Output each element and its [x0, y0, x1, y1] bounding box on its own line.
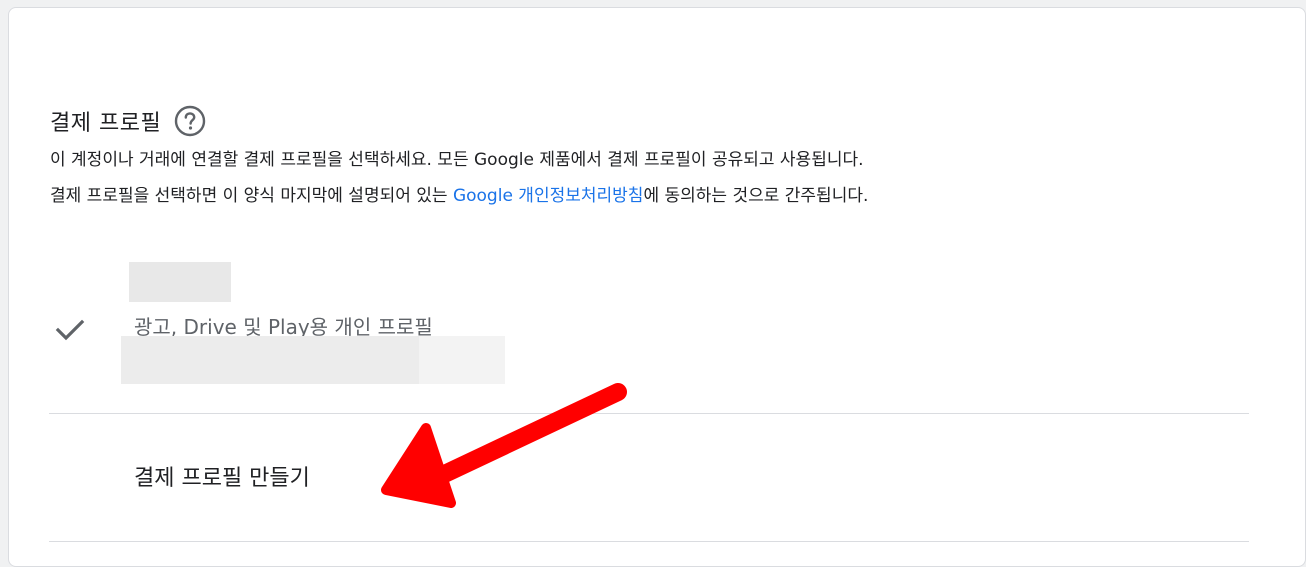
- privacy-policy-link[interactable]: Google 개인정보처리방침: [453, 186, 643, 206]
- description-line-2: 결제 프로필을 선택하면 이 양식 마지막에 설명되어 있는 Google 개인…: [50, 184, 868, 208]
- red-arrow-icon: [381, 383, 627, 508]
- description-text-after-link: 에 동의하는 것으로 간주됩니다.: [643, 186, 869, 206]
- section-header: 결제 프로필: [50, 103, 207, 139]
- profile-option-label[interactable]: 광고, Drive 및 Play용 개인 프로필: [134, 310, 433, 336]
- check-icon: [55, 319, 85, 341]
- help-circle-icon[interactable]: [173, 104, 207, 138]
- description-line-1: 이 계정이나 거래에 연결할 결제 프로필을 선택하세요. 모든 Google …: [50, 150, 864, 170]
- create-billing-profile-option[interactable]: 결제 프로필 만들기: [49, 414, 1249, 541]
- section-title: 결제 프로필: [50, 111, 162, 136]
- divider-bottom: [49, 541, 1249, 542]
- description-text-before-link: 결제 프로필을 선택하면 이 양식 마지막에 설명되어 있는: [50, 186, 453, 206]
- redacted-profile-name: [129, 262, 231, 302]
- create-billing-profile-label: 결제 프로필 만들기: [134, 466, 310, 491]
